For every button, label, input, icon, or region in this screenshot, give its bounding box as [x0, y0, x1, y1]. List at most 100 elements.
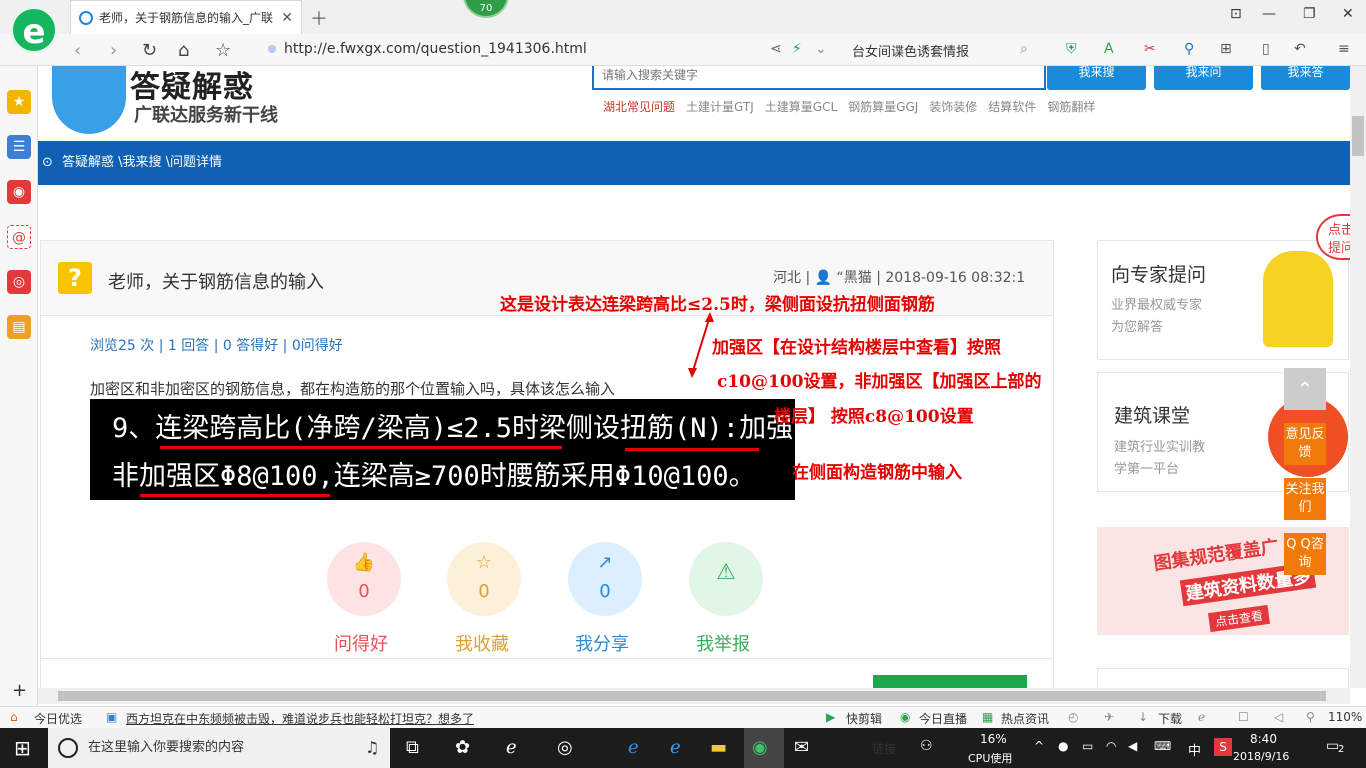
- lightning-icon[interactable]: ⚡: [792, 41, 802, 57]
- file-explorer-icon[interactable]: ▬: [710, 737, 727, 758]
- scroll-thumb[interactable]: [58, 691, 1326, 701]
- good-question-button[interactable]: 👍 0: [327, 542, 401, 616]
- minimize-button[interactable]: —: [1262, 6, 1276, 22]
- ask-button[interactable]: 我来问: [1154, 66, 1253, 90]
- scissors-icon[interactable]: ✂: [1144, 41, 1156, 57]
- ie-app-icon[interactable]: ℯ: [670, 737, 681, 758]
- favorite-star-icon[interactable]: ☆: [215, 40, 231, 61]
- today-picks[interactable]: 今日优选: [34, 710, 82, 727]
- browser-app-icon[interactable]: ◎: [557, 737, 573, 758]
- category-link[interactable]: 钢筋算量GGJ: [848, 98, 918, 115]
- shield-icon[interactable]: ⛨: [1066, 41, 1077, 57]
- status-item-news[interactable]: 热点资讯: [1001, 710, 1049, 727]
- category-link[interactable]: 湖北常见问题: [603, 98, 675, 115]
- forward-icon[interactable]: ›: [110, 40, 117, 61]
- answer-button[interactable]: 我来答: [1261, 66, 1350, 90]
- status-item-live[interactable]: 今日直播: [919, 710, 967, 727]
- game-icon[interactable]: ◎: [7, 270, 31, 294]
- good-label[interactable]: 问得好: [334, 630, 388, 656]
- taskbar-search-input[interactable]: 在这里输入你要搜索的内容: [48, 728, 390, 768]
- mail-icon[interactable]: ✉: [794, 737, 809, 758]
- expert-panel[interactable]: 向专家提问 业界最权威专家 为您解答: [1097, 240, 1349, 360]
- apps-grid-icon[interactable]: ⊞: [1220, 41, 1232, 57]
- shirt-icon[interactable]: ⊡: [1230, 6, 1242, 22]
- zoom-level[interactable]: 110%: [1328, 710, 1362, 724]
- browser-logo-icon[interactable]: e: [10, 6, 58, 54]
- task-view-icon[interactable]: ⧉: [406, 737, 419, 758]
- close-tab-icon[interactable]: ✕: [281, 10, 293, 26]
- undo-icon[interactable]: ↶: [1294, 41, 1306, 57]
- speed-icon[interactable]: ◴: [1068, 710, 1078, 724]
- horizontal-scrollbar[interactable]: [38, 688, 1350, 704]
- new-tab-button[interactable]: ＋: [310, 5, 328, 31]
- share-icon[interactable]: ⋖: [770, 41, 782, 57]
- report-button[interactable]: ⚠: [689, 542, 763, 616]
- status-item-clip[interactable]: 快剪辑: [846, 710, 882, 727]
- tray-chevron-icon[interactable]: ^: [1034, 739, 1044, 753]
- windows-start-icon[interactable]: ⊞: [14, 736, 31, 760]
- notebook-icon[interactable]: ▤: [7, 315, 31, 339]
- link-label[interactable]: 链接: [872, 740, 896, 757]
- category-link[interactable]: 钢筋翻样: [1047, 98, 1095, 115]
- pin-icon[interactable]: ✈: [1104, 710, 1114, 724]
- status-item-download[interactable]: 下载: [1158, 710, 1182, 727]
- news-ticker[interactable]: 西方坦克在中东频频被击毁，难道说步兵也能轻松打坦克？想多了: [126, 710, 474, 727]
- category-link[interactable]: 土建算量GCL: [765, 98, 837, 115]
- home-icon[interactable]: ⌂: [178, 40, 189, 61]
- share-button[interactable]: ↗ 0: [568, 542, 642, 616]
- edge-icon[interactable]: ℯ: [628, 737, 639, 758]
- restore-button[interactable]: ❐: [1303, 6, 1316, 22]
- favorite-label[interactable]: 我收藏: [455, 630, 509, 656]
- chevron-down-icon[interactable]: ⌄: [815, 41, 827, 57]
- browser-tab[interactable]: 老师，关于钢筋信息的输入_广联 ✕: [70, 0, 302, 34]
- report-label[interactable]: 我举报: [696, 630, 750, 656]
- close-window-button[interactable]: ✕: [1342, 6, 1354, 22]
- people-icon[interactable]: ⚇: [920, 738, 933, 754]
- qq-consult-button[interactable]: Q Q咨询: [1284, 533, 1326, 575]
- input-method[interactable]: 中: [1188, 740, 1201, 759]
- weibo-icon[interactable]: ◉: [7, 180, 31, 204]
- wifi-icon[interactable]: ◠: [1106, 739, 1116, 753]
- clock-time[interactable]: 8:40: [1250, 732, 1277, 746]
- mute-icon[interactable]: ◁: [1274, 710, 1283, 724]
- reader-icon[interactable]: ☰: [7, 135, 31, 159]
- volume-icon[interactable]: ◀: [1128, 739, 1137, 753]
- green-button[interactable]: [873, 675, 1027, 688]
- phone-icon[interactable]: ▯: [1262, 41, 1270, 57]
- search-icon[interactable]: ⌕: [1020, 41, 1028, 57]
- back-to-top-button[interactable]: ⌃: [1284, 368, 1326, 410]
- menu-icon[interactable]: ≡: [1338, 41, 1350, 57]
- category-link[interactable]: 装饰装修: [929, 98, 977, 115]
- translate-icon[interactable]: A: [1104, 41, 1114, 57]
- email-icon[interactable]: @: [7, 225, 31, 249]
- search-button[interactable]: 我来搜: [1047, 66, 1146, 90]
- category-link[interactable]: 土建计量GTJ: [686, 98, 754, 115]
- edge-legacy-icon[interactable]: ℯ: [506, 737, 517, 758]
- address-bar[interactable]: http://e.fwxgx.com/question_1941306.html: [268, 41, 587, 57]
- microphone-icon[interactable]: ♫: [365, 738, 379, 757]
- sogou-icon[interactable]: S: [1214, 738, 1232, 756]
- vertical-scrollbar[interactable]: [1350, 66, 1366, 688]
- keyboard-icon[interactable]: ⌨: [1154, 739, 1171, 753]
- add-icon[interactable]: +: [12, 680, 27, 701]
- favorite-button[interactable]: ☆ 0: [447, 542, 521, 616]
- user-icon[interactable]: ●: [1058, 739, 1068, 753]
- browser-search-input[interactable]: 台女间谍色诱套情报: [842, 38, 1044, 62]
- refresh-icon[interactable]: ↻: [142, 40, 157, 61]
- scroll-thumb[interactable]: [1352, 116, 1364, 156]
- magnifier-icon[interactable]: ⚲: [1184, 41, 1194, 57]
- site-search-input[interactable]: 请输入搜索关键字: [592, 66, 1046, 90]
- pinwheel-app-icon[interactable]: ✿: [455, 737, 470, 758]
- category-link[interactable]: 结算软件: [988, 98, 1036, 115]
- clock-date[interactable]: 2018/9/16: [1233, 750, 1289, 763]
- share-label[interactable]: 我分享: [575, 630, 629, 656]
- follow-button[interactable]: 关注我们: [1284, 478, 1326, 520]
- breadcrumb-text[interactable]: 答疑解惑 \我来搜 \问题详情: [62, 155, 222, 170]
- window-icon[interactable]: ☐: [1238, 710, 1249, 724]
- feedback-button[interactable]: 意见反馈: [1284, 423, 1326, 465]
- question-stats[interactable]: 浏览25 次 | 1 回答 | 0 答得好 | 0问得好: [90, 335, 343, 355]
- green-browser-icon[interactable]: ◉: [752, 737, 768, 758]
- battery-icon[interactable]: ▭: [1082, 739, 1093, 753]
- favorites-star-icon[interactable]: ★: [7, 90, 31, 114]
- ie-mode-icon[interactable]: ℯ: [1198, 710, 1205, 724]
